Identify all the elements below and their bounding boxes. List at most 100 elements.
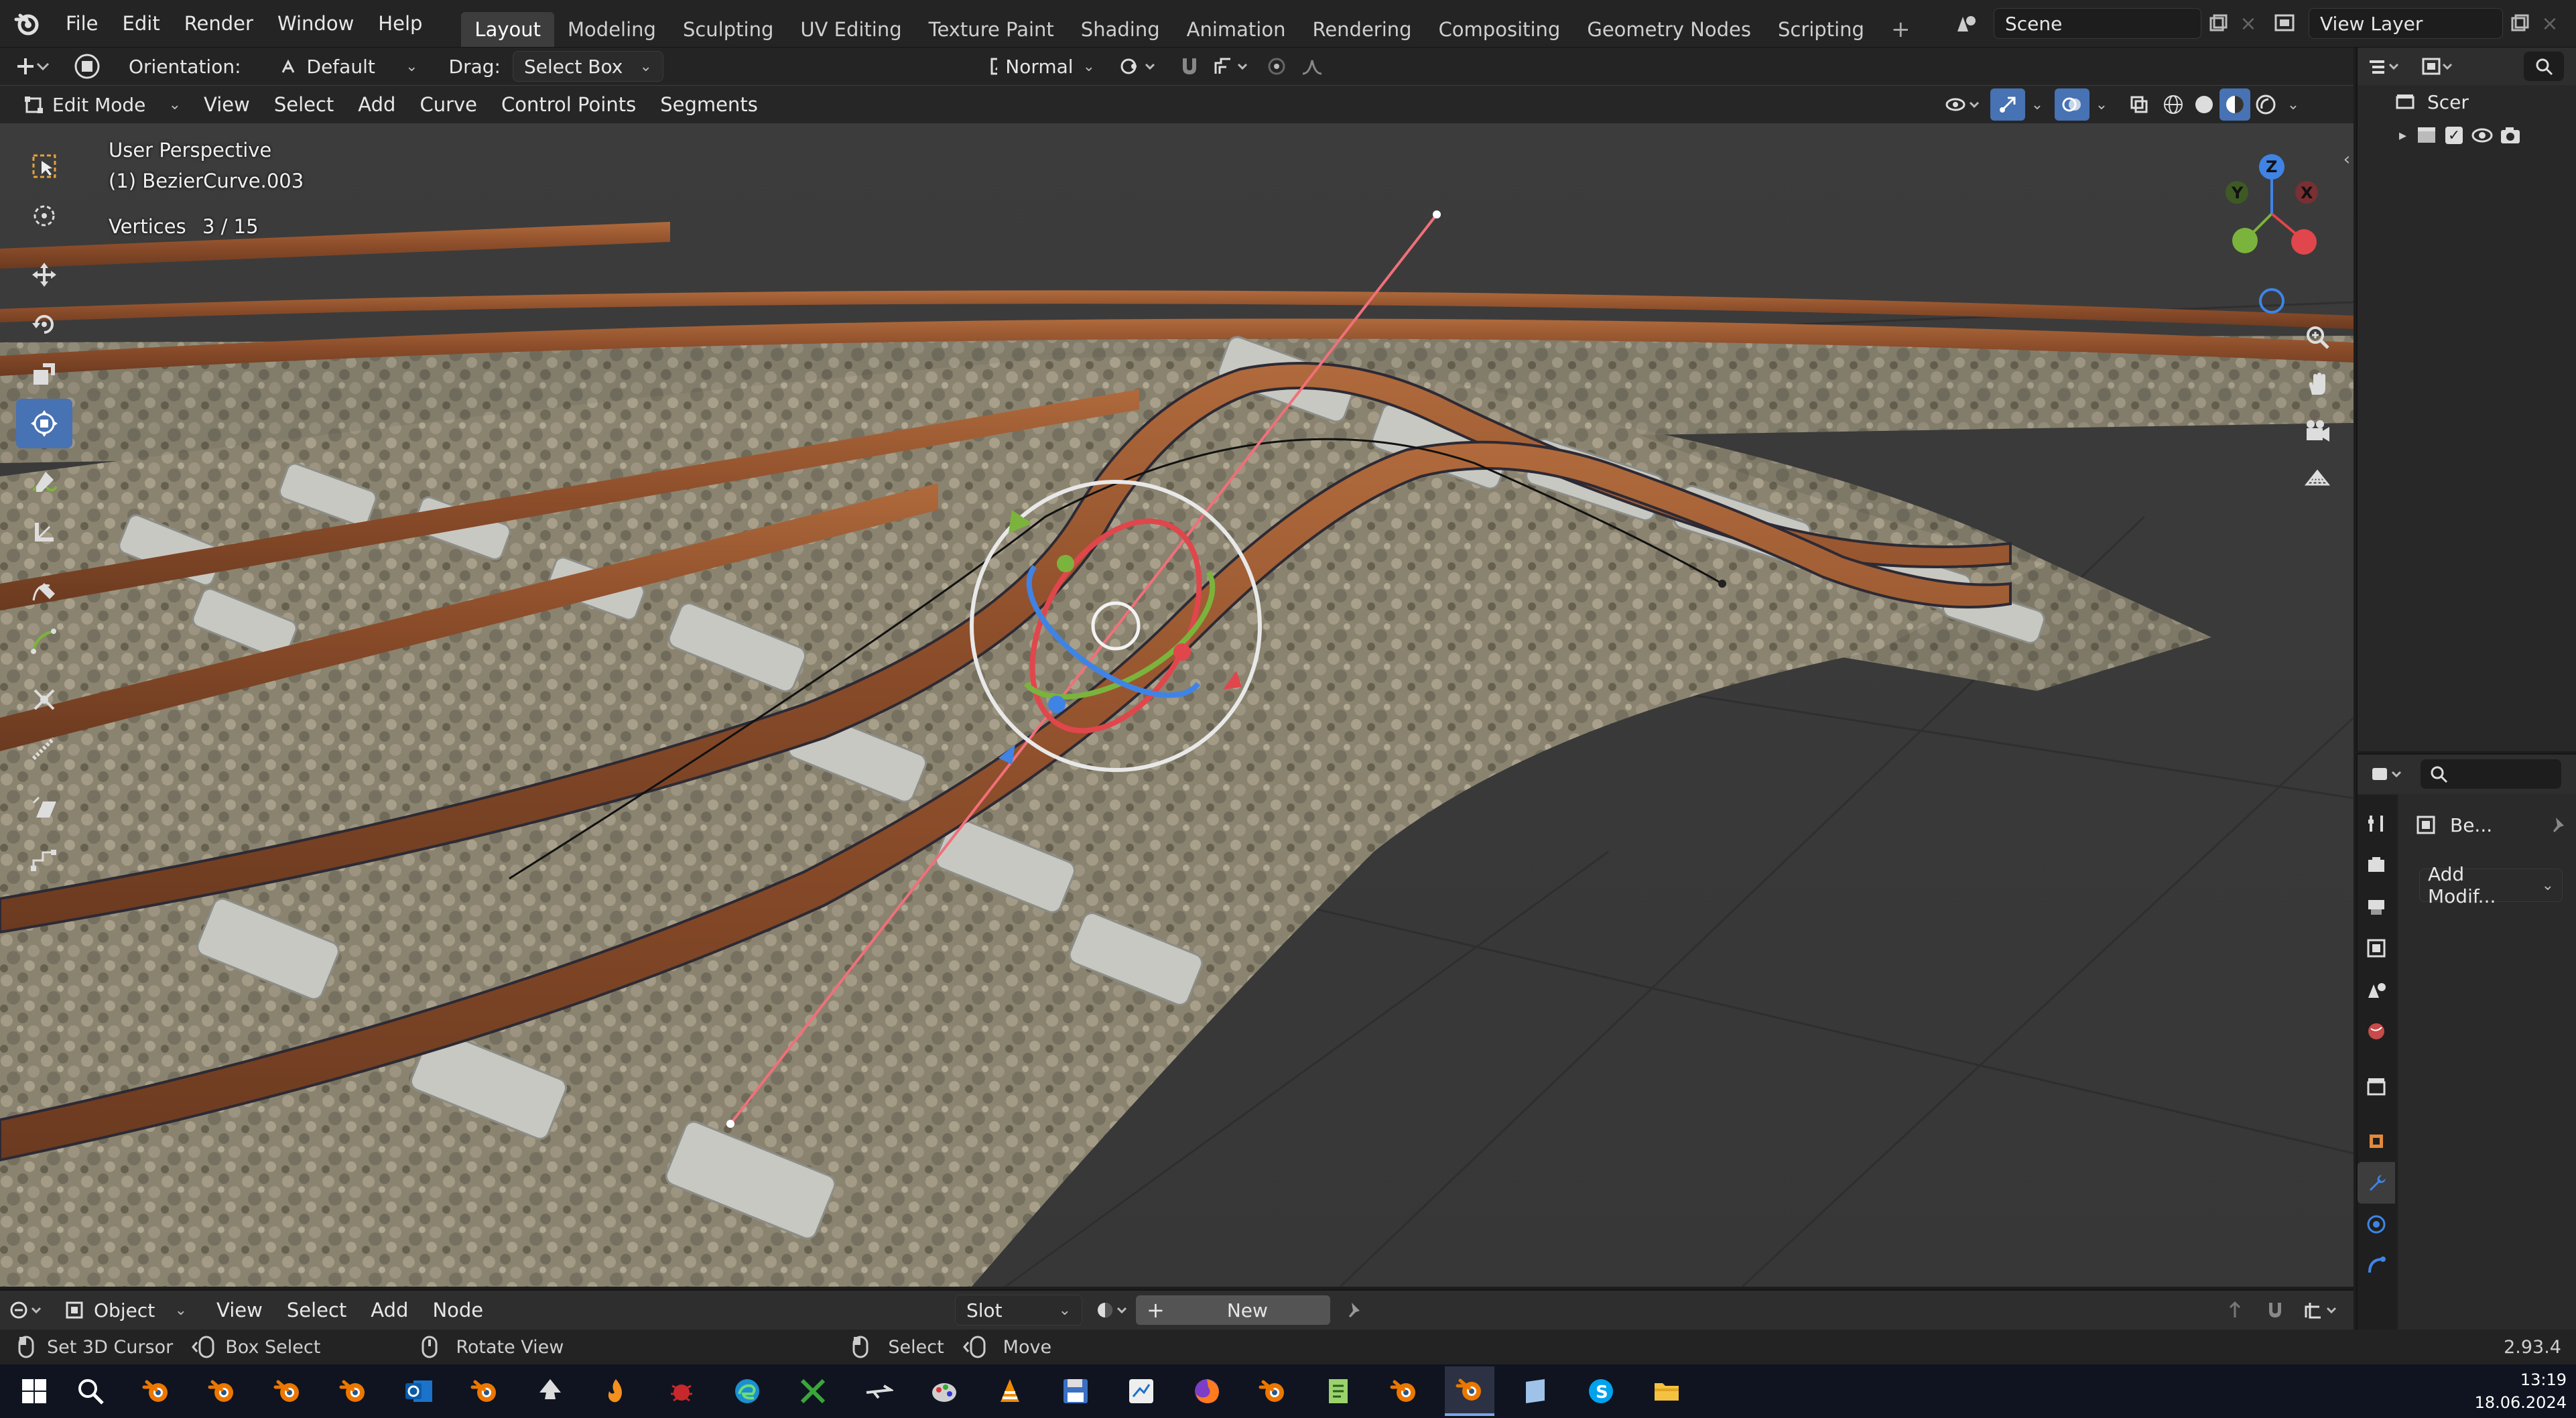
- draw-curve-tool[interactable]: [16, 566, 72, 616]
- blender-task-icon[interactable]: [1379, 1366, 1429, 1416]
- orientation-dropdown[interactable]: Default ⌄: [268, 51, 429, 82]
- scene-icon[interactable]: [1940, 7, 1994, 40]
- shader-menu-select[interactable]: Select: [275, 1291, 359, 1330]
- display-mode-icon[interactable]: [2411, 48, 2465, 85]
- navigation-gizmo[interactable]: Z Y X: [2205, 147, 2339, 314]
- slot-dropdown[interactable]: Slot ⌄: [955, 1295, 1082, 1326]
- physics-tab-icon[interactable]: [2358, 1204, 2395, 1245]
- drag-dropdown[interactable]: Select Box ⌄: [512, 51, 663, 82]
- blender-task-icon[interactable]: [1248, 1366, 1297, 1416]
- measure-tool[interactable]: [16, 507, 72, 557]
- view-layer-field[interactable]: View Layer: [2309, 8, 2503, 39]
- snap-icon[interactable]: [1169, 48, 1210, 85]
- scene-name-field[interactable]: Scene: [1994, 8, 2201, 39]
- properties-editor-type-icon[interactable]: [2358, 755, 2417, 793]
- gizmo-dropdown-icon[interactable]: ⌄: [2025, 86, 2049, 123]
- tilt-tool[interactable]: [16, 724, 72, 774]
- menu-file[interactable]: File: [54, 0, 111, 47]
- edge-icon[interactable]: [722, 1366, 772, 1416]
- menu-edit[interactable]: Edit: [111, 0, 172, 47]
- vp-menu-control-points[interactable]: Control Points: [489, 86, 648, 123]
- visibility-icon[interactable]: [1937, 86, 1990, 123]
- search-icon[interactable]: [66, 1366, 115, 1416]
- scene-tab-icon[interactable]: [2358, 969, 2395, 1011]
- pivot-point-icon[interactable]: [1112, 48, 1166, 85]
- view-layer-icon[interactable]: [2262, 7, 2309, 40]
- extrude-curve-tool[interactable]: [16, 616, 72, 665]
- shading-wireframe-icon[interactable]: [2158, 86, 2189, 123]
- outlook-icon[interactable]: [394, 1366, 444, 1416]
- expand-arrow-icon[interactable]: ▸: [2399, 127, 2406, 144]
- vp-menu-segments[interactable]: Segments: [648, 86, 770, 123]
- rotate-tool[interactable]: [16, 300, 72, 349]
- pivot-dropdown[interactable]: Normal ⌄: [978, 51, 1106, 82]
- tab-scripting[interactable]: Scripting: [1764, 12, 1878, 47]
- pan-hand-icon[interactable]: [2296, 363, 2339, 405]
- shader-menu-add[interactable]: Add: [359, 1291, 420, 1330]
- vp-menu-add[interactable]: Add: [346, 86, 407, 123]
- shader-object-dropdown[interactable]: Object ⌄: [54, 1295, 198, 1326]
- add-modifier-dropdown[interactable]: Add Modif... ⌄: [2419, 863, 2563, 907]
- file-explorer-icon[interactable]: [1642, 1366, 1691, 1416]
- outliner-search-icon[interactable]: [2524, 52, 2564, 81]
- tab-uv-editing[interactable]: UV Editing: [787, 12, 915, 47]
- shading-solid-icon[interactable]: [2189, 86, 2219, 123]
- tab-modeling[interactable]: Modeling: [554, 12, 669, 47]
- clock[interactable]: 13:19 18.06.2024: [2475, 1368, 2567, 1414]
- new-material-button[interactable]: + New: [1136, 1295, 1330, 1325]
- ortho-grid-icon[interactable]: [2296, 456, 2339, 499]
- parent-node-icon[interactable]: [2218, 1291, 2252, 1330]
- blender-task-icon[interactable]: [197, 1366, 247, 1416]
- bug-app-icon[interactable]: [657, 1366, 706, 1416]
- snap-target-icon[interactable]: [1206, 48, 1260, 85]
- paint-app-icon[interactable]: [919, 1366, 969, 1416]
- windows-start-icon[interactable]: [9, 1366, 59, 1416]
- overlays-dropdown-icon[interactable]: ⌄: [2089, 86, 2114, 123]
- vp-menu-view[interactable]: View: [192, 86, 262, 123]
- editor-type-icon[interactable]: [2358, 48, 2411, 85]
- randomize-tool[interactable]: [16, 833, 72, 883]
- flame-app-icon[interactable]: [591, 1366, 641, 1416]
- zoom-icon[interactable]: [2296, 316, 2339, 359]
- mode-dropdown[interactable]: Edit Mode ⌄: [13, 89, 192, 120]
- vlc-icon[interactable]: [985, 1366, 1035, 1416]
- blender-task-icon[interactable]: [460, 1366, 509, 1416]
- cursor-tool[interactable]: [16, 191, 72, 241]
- camera-view-icon[interactable]: [2296, 409, 2339, 452]
- select-box-tool[interactable]: [16, 141, 72, 191]
- viewport-3d[interactable]: User Perspective (1) BezierCurve.003 Ver…: [0, 48, 2354, 1287]
- editor-type-icon[interactable]: [0, 1291, 54, 1330]
- shear-tool[interactable]: [16, 783, 72, 833]
- menu-window[interactable]: Window: [265, 0, 366, 47]
- overlays-icon[interactable]: [2055, 88, 2089, 121]
- output-tab-icon[interactable]: [2358, 886, 2395, 927]
- skype-icon[interactable]: S: [1576, 1366, 1626, 1416]
- annotate-tool[interactable]: [16, 458, 72, 507]
- tab-animation[interactable]: Animation: [1173, 12, 1299, 47]
- material-browse-icon[interactable]: [1089, 1295, 1136, 1326]
- inkscape-icon[interactable]: [525, 1366, 575, 1416]
- menu-help[interactable]: Help: [366, 0, 434, 47]
- tab-compositing[interactable]: Compositing: [1425, 12, 1574, 47]
- add-workspace-button[interactable]: +: [1878, 12, 1924, 47]
- firefox-icon[interactable]: [1182, 1366, 1232, 1416]
- tab-layout[interactable]: Layout: [461, 12, 555, 47]
- properties-search-field[interactable]: [2421, 759, 2561, 789]
- tab-geometry-nodes[interactable]: Geometry Nodes: [1573, 12, 1764, 47]
- world-tab-icon[interactable]: [2358, 1011, 2395, 1052]
- camera-render-icon[interactable]: [2499, 125, 2522, 145]
- object-tab-icon[interactable]: [2358, 1120, 2395, 1162]
- save-disk-icon[interactable]: [1051, 1366, 1100, 1416]
- shader-menu-view[interactable]: View: [204, 1291, 275, 1330]
- modifier-tab-icon[interactable]: [2358, 1162, 2395, 1204]
- notes-app-icon[interactable]: [1510, 1366, 1560, 1416]
- menu-render[interactable]: Render: [172, 0, 265, 47]
- blender-task-icon[interactable]: [131, 1366, 181, 1416]
- blender-active-task-icon[interactable]: [1445, 1366, 1494, 1416]
- tab-rendering[interactable]: Rendering: [1299, 12, 1425, 47]
- object-data-tab-icon[interactable]: [2358, 1245, 2395, 1287]
- pin-icon[interactable]: [2548, 815, 2568, 835]
- vp-menu-curve[interactable]: Curve: [407, 86, 489, 123]
- tab-shading[interactable]: Shading: [1068, 12, 1173, 47]
- tab-sculpting[interactable]: Sculpting: [669, 12, 787, 47]
